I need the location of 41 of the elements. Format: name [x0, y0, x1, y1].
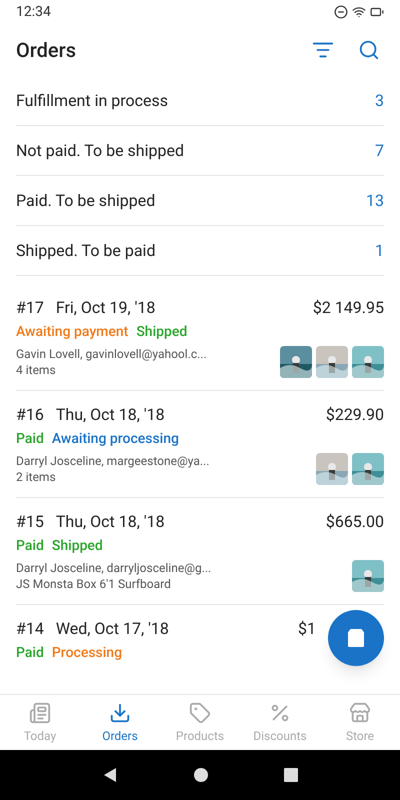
summary-count: 13: [366, 190, 384, 212]
summary-count: 3: [375, 90, 384, 112]
order-items: 2 items: [16, 469, 57, 485]
order-customer: Darryl Josceline, margeestone@ya...: [16, 453, 210, 469]
order-number: #15: [16, 511, 44, 533]
order-status: Awaiting payment: [16, 323, 128, 342]
order-date: Fri, Oct 19, '18: [56, 297, 156, 319]
summary-row[interactable]: Not paid. To be shipped 7: [16, 126, 384, 176]
order-date: Thu, Oct 18, '18: [56, 511, 165, 533]
summary-row[interactable]: Shipped. To be paid 1: [16, 226, 384, 276]
summary-row[interactable]: Fulfillment in process 3: [16, 76, 384, 126]
order-number: #16: [16, 404, 44, 426]
summary-row[interactable]: Paid. To be shipped 13: [16, 176, 384, 226]
order-number: #14: [16, 618, 44, 640]
order-items: JS Monsta Box 6'1 Surfboard: [16, 576, 172, 592]
status-time: 12:34: [16, 3, 51, 22]
summary-count: 7: [375, 140, 384, 162]
summary-count: 1: [375, 240, 384, 262]
order-status: Paid: [16, 537, 44, 556]
order-total: $1: [298, 618, 316, 640]
order-customer: Darryl Josceline, darryljosceline@g...: [16, 560, 212, 576]
order-date: Thu, Oct 18, '18: [56, 404, 165, 426]
summary-label: Fulfillment in process: [16, 90, 168, 112]
order-status: Processing: [52, 644, 122, 663]
order-status: Shipped: [136, 323, 188, 342]
order-customer: Gavin Lovell, gavinlovell@yahool.c...: [16, 346, 207, 362]
nav-tab[interactable]: Orders: [80, 695, 160, 750]
order-status: Paid: [16, 430, 44, 449]
order-items: 4 items: [16, 362, 57, 378]
order-date: Wed, Oct 17, '18: [56, 618, 169, 640]
summary-label: Paid. To be shipped: [16, 190, 156, 212]
order-status: Shipped: [52, 537, 103, 556]
order-status: Paid: [16, 644, 44, 663]
order-status: Awaiting processing: [52, 430, 179, 449]
order-total: $229.90: [326, 404, 384, 426]
page-title: Orders: [16, 37, 78, 64]
order-number: #17: [16, 297, 44, 319]
order-total: $665.00: [326, 511, 384, 533]
summary-label: Shipped. To be paid: [16, 240, 156, 262]
order-total: $2 149.95: [312, 297, 384, 319]
summary-label: Not paid. To be shipped: [16, 140, 184, 162]
